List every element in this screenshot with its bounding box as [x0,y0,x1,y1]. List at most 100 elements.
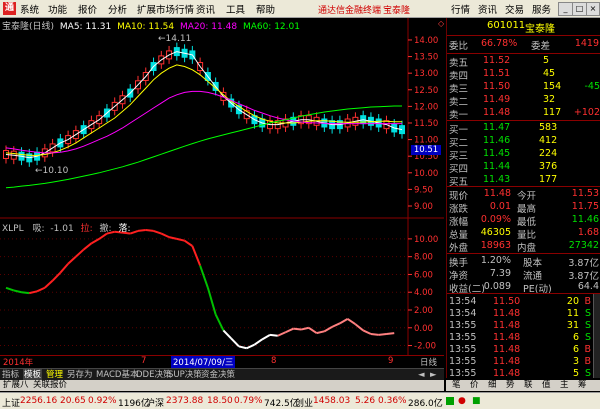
detail-tab-value[interactable]: 值 [542,380,551,391]
stat-row[interactable]: 现价 11.48 今开 11.53 [447,188,600,202]
menu-info[interactable]: 资讯 [196,2,215,16]
kline-chart[interactable]: 14.0013.5013.0012.5012.0011.5011.0010.50… [0,18,444,366]
sh-index-label: 上证 [2,399,21,409]
stock-name: 宝泰隆 [525,24,555,35]
stat-value-right: 1.68 [577,227,599,238]
oscillator-segment [98,232,108,240]
quote-title: 601011 宝泰隆 [447,20,600,35]
detail-tab-trend[interactable]: 势 [506,380,515,391]
sell-row[interactable]: 卖一 11.48 117 +102 [447,107,600,121]
data-status-icon[interactable]: ■ [472,396,481,406]
cy-index-change: 5.26 [355,396,376,406]
detail-tab-related[interactable]: 联 [524,380,533,391]
tick-volume: 31 [566,320,579,331]
tick-volume: 11 [566,308,579,319]
menu-tools[interactable]: 工具 [226,2,245,16]
stat-row[interactable]: 总量 46305 量比 1.68 [447,227,600,241]
quote-panel: 601011 宝泰隆 委比 66.78% 委差 1419 卖五 11.52 5 卖四 1… [446,18,600,379]
tick-side: S [584,308,591,319]
osc-tick-label: 6.00 [414,270,433,280]
buy-row[interactable]: 买四 11.44 376 [447,161,600,175]
chart-config-icon[interactable]: ◇ [438,19,444,28]
buy-row[interactable]: 买二 11.46 412 [447,135,600,149]
menu-extended-market[interactable]: 扩展市场行情 [137,2,194,16]
chart-area[interactable]: 14.00 13.50 13.00 12.50 12.00 11.50 11.00 10.50… [0,18,444,368]
stat-value-right: 11.46 [571,214,599,225]
tick-price: 11.48 [493,320,521,331]
maximize-icon[interactable]: □ [572,2,587,16]
stat-row[interactable]: 涨幅 0.09% 最低 11.46 [447,214,600,228]
sell-volume: 117 [543,107,562,118]
oscillator-segment [67,255,77,265]
alert-icon[interactable]: ● [458,396,466,406]
stat-label-right: 内盘 [517,243,537,254]
menu-system[interactable]: 系统 [20,2,39,16]
sell-row[interactable]: 卖四 11.51 45 [447,68,600,82]
close-icon[interactable]: × [586,2,600,16]
menu-service-button[interactable]: 服务 [532,2,551,16]
menu-function[interactable]: 功能 [48,2,67,16]
oscillator-segment [253,338,263,346]
fundamental-row[interactable]: 换手 1.20% 股本 3.87亿 [447,255,600,269]
menu-quote[interactable]: 报价 [78,2,97,16]
fundamental-row[interactable]: 净资 7.39 流通 3.87亿 [447,268,600,282]
tick-side: S [584,368,591,379]
menu-analysis[interactable]: 分析 [108,2,127,16]
oscillator-segment [191,245,202,266]
oscillator-segment [199,265,209,289]
stat-row[interactable]: 涨跌 0.01 最高 11.75 [447,201,600,215]
sh-index-value: 2256.16 [20,396,58,406]
detail-tab-detail[interactable]: 细 [488,380,497,391]
fund-label-left: 换手 [449,258,469,269]
tick-scrollbar[interactable] [593,294,600,378]
tick-time: 13:54 [449,296,477,307]
oscillator-segment [59,263,69,274]
menu-market-button[interactable]: 行情 [451,2,470,16]
oscillator-segment [184,239,193,247]
sell-row[interactable]: 卖五 11.52 5 [447,55,600,69]
price-tick-label: 9.50 [414,185,433,195]
cy-index-label: 创业 [295,399,314,409]
ext-tab-8[interactable]: 扩展八 [3,380,29,391]
stat-label-left: 涨跌 [449,204,469,215]
price-tick-label: 12.50 [414,86,438,96]
sell-row[interactable]: 卖二 11.49 32 [447,94,600,108]
buy-level-label: 买二 [449,138,469,149]
detail-tab-price[interactable]: 价 [470,380,479,391]
menu-trade-button[interactable]: 交易 [505,2,524,16]
price-tick-label: 12.00 [414,102,438,112]
tick-time: 13:55 [449,332,477,343]
oscillator-segment [347,318,356,326]
oscillator-segment [316,330,325,335]
ext-tab-related-quote[interactable]: 关联报价 [33,380,67,391]
indicator-name[interactable]: XLPL [2,224,24,234]
oscillator-segment [51,271,62,282]
detail-tab-chips[interactable]: 筹 [578,380,587,391]
fund-value-left: 0.089 [483,281,511,292]
period-label[interactable]: 日线 [420,356,437,368]
buy-level-label: 买一 [449,125,469,136]
cy-index-amount: 286.0亿 [408,399,443,409]
menu-news-button[interactable]: 资讯 [478,2,497,16]
oscillator-segment [206,287,217,315]
sell-row[interactable]: 卖三 11.50 154 -45 [447,81,600,95]
stat-label-right: 最高 [517,204,537,215]
tick-side: S [584,332,591,343]
detail-tab-main[interactable]: 主 [560,380,569,391]
buy-volume: 177 [539,174,558,185]
oscillator-segment [261,334,271,341]
buy-volume: 376 [539,161,558,172]
detail-tab-trades[interactable]: 笔 [452,380,461,391]
menu-help[interactable]: 帮助 [256,2,275,16]
stat-value-right: 27342 [568,240,599,251]
oscillator-segment [75,248,85,258]
buy-row[interactable]: 买三 11.45 224 [447,148,600,162]
fund-value-right: 64.4 [577,281,599,292]
buy-row[interactable]: 买一 11.47 583 [447,122,600,136]
price-tick-label: 13.50 [414,53,438,63]
stat-row[interactable]: 外盘 18963 内盘 27342 [447,240,600,254]
stat-value-left: 0.09% [480,214,511,225]
tick-price: 11.48 [493,356,521,367]
minimize-icon[interactable]: _ [558,2,573,16]
sell-price: 11.49 [483,94,511,105]
